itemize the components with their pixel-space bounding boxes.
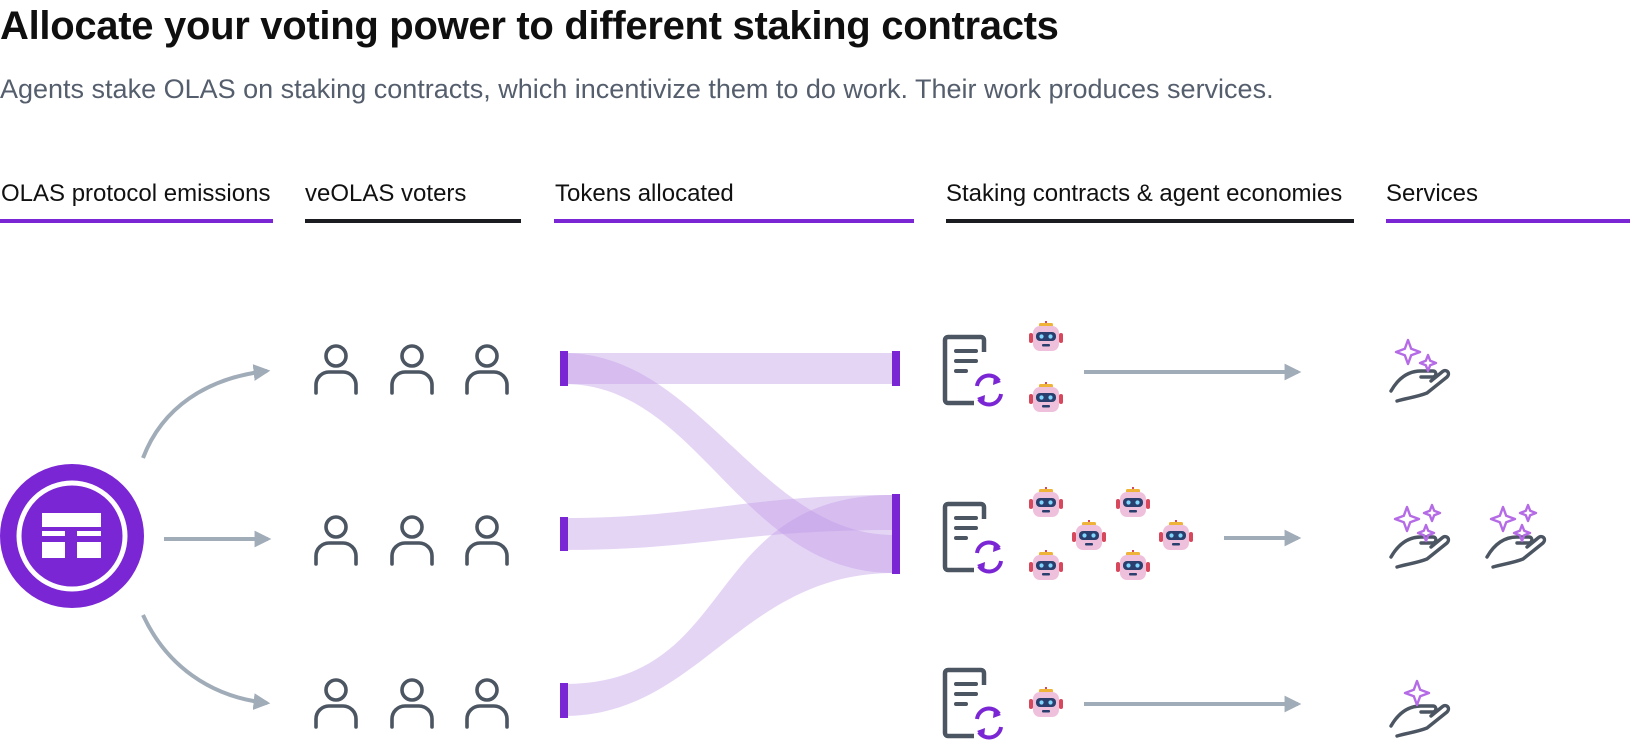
robot-agent-icon: [1028, 549, 1064, 581]
voter-group: [314, 344, 509, 729]
person-icon: [390, 344, 434, 395]
allocation-bar: [560, 517, 568, 551]
allocation-bar: [560, 351, 568, 386]
emission-arrows: [141, 364, 272, 710]
staking-contracts: [945, 337, 1001, 738]
allocation-bar: [892, 351, 900, 386]
hand-sparkles-icon: [1485, 503, 1547, 569]
robot-agent-icon: [1028, 381, 1064, 413]
person-icon: [314, 678, 358, 729]
robot-agent-icon: [1115, 549, 1151, 581]
person-icon: [314, 515, 358, 566]
person-icon: [390, 678, 434, 729]
person-icon: [465, 344, 509, 395]
robot-agent-icon: [1158, 519, 1194, 551]
person-icon: [465, 515, 509, 566]
hand-sparkles-icon: [1389, 338, 1451, 403]
flow-diagram: [0, 320, 1547, 748]
token-flows: [560, 351, 900, 718]
services: [1389, 338, 1547, 738]
agents: [1028, 320, 1194, 718]
emission-arrow-bottom: [141, 614, 271, 710]
hand-sparkles-icon: [1389, 503, 1451, 569]
allocation-bar: [892, 494, 900, 574]
robot-agent-icon: [1028, 486, 1064, 518]
person-icon: [390, 515, 434, 566]
allocation-bar: [560, 683, 568, 718]
robot-agent-icon: [1115, 486, 1151, 518]
robot-agent-icon: [1028, 320, 1064, 352]
olas-logo-icon: [0, 464, 144, 608]
staking-contract-icon: [945, 337, 1001, 405]
emission-arrow-top: [141, 364, 271, 459]
robot-agent-icon: [1028, 686, 1064, 718]
person-icon: [314, 344, 358, 395]
hand-sparkles-icon: [1389, 679, 1451, 738]
staking-contract-icon: [945, 670, 1001, 738]
robot-agent-icon: [1071, 519, 1107, 551]
staking-contract-icon: [945, 504, 1001, 572]
person-icon: [465, 678, 509, 729]
